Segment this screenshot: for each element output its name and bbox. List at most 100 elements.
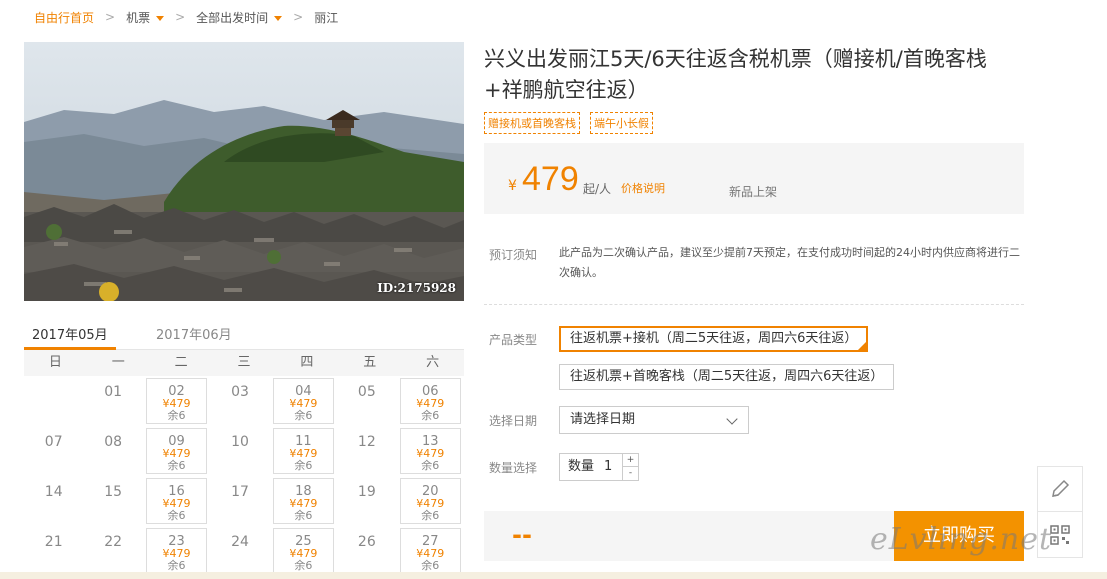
- bottom-strip: [0, 572, 1107, 579]
- calendar-day-stock: 余6: [294, 459, 313, 472]
- price-amount: 479: [522, 160, 579, 198]
- quantity-stepper: 数量 1 + -: [559, 453, 639, 481]
- calendar-day-available[interactable]: 25 ¥479 余6: [272, 528, 335, 574]
- product-title: 兴义出发丽江5天/6天往返含税机票（赠接机/首晚客栈 +祥鹏航空往返）: [484, 44, 1024, 106]
- calendar-day: 05: [337, 376, 396, 426]
- calendar-day-stock: 余6: [421, 409, 440, 422]
- divider: [484, 304, 1024, 305]
- calendar-day-number: 23: [168, 534, 185, 549]
- price-unit: 起/人: [583, 182, 612, 196]
- product-type-option-inn[interactable]: 往返机票+首晚客栈（周二5天往返，周四六6天往返）: [559, 364, 895, 390]
- weekday-label: 一: [111, 355, 125, 370]
- calendar-day-available[interactable]: 02 ¥479 余6: [145, 378, 208, 424]
- calendar-day-stock: 余6: [294, 559, 313, 572]
- notice-text: 此产品为二次确认产品，建议至少提前7天预定，在支付成功时间起的24小时内供应商将…: [559, 246, 1020, 279]
- tab-month-may[interactable]: 2017年05月: [24, 324, 116, 350]
- date-select[interactable]: 请选择日期: [559, 406, 749, 434]
- calendar-day-stock: 余6: [421, 459, 440, 472]
- notice-label: 预订须知: [489, 248, 538, 262]
- product-type-option-pickup[interactable]: 往返机票+接机（周二5天往返，周四六6天往返）: [559, 326, 869, 352]
- breadcrumb-departure-dropdown[interactable]: 全部出发时间: [196, 9, 283, 26]
- total-price: --: [512, 521, 532, 549]
- calendar-day-stock: 余6: [421, 559, 440, 572]
- calendar-day-number: 09: [168, 434, 185, 449]
- date-label: 选择日期: [489, 414, 538, 428]
- calendar-row: 07 08 09 ¥479 余6 10 11 ¥479 余6 12 13 ¥479 余6: [24, 426, 464, 476]
- calendar-row: 14 15 16 ¥479 余6 17 18 ¥479 余6 19 20 ¥479 余6: [24, 476, 464, 526]
- calendar-day: 22: [83, 526, 142, 576]
- calendar-day: 07: [24, 426, 83, 476]
- calendar-grid: 01 02 ¥479 余6 03 04 ¥479 余6 05 06 ¥479 余6 07 08 09 ¥479…: [24, 376, 464, 576]
- breadcrumb-flights-label: 机票: [126, 10, 151, 25]
- price-currency: ¥: [508, 178, 517, 194]
- product-type-label: 产品类型: [489, 333, 538, 347]
- photo-id-label: ID:2175928: [377, 281, 456, 295]
- calendar-day: 15: [83, 476, 142, 526]
- tag-gift: 赠接机或首晚客栈: [484, 112, 580, 134]
- weekday-label: 六: [426, 355, 440, 370]
- calendar-day-available[interactable]: 06 ¥479 余6: [399, 378, 461, 424]
- calendar-day-stock: 余6: [167, 409, 186, 422]
- calendar-weekday-header: 日一二三四五六: [24, 350, 464, 376]
- calendar-day-number: 06: [421, 384, 439, 399]
- breadcrumb: 自由行首页 > 机票 > 全部出发时间 > 丽江: [34, 8, 338, 26]
- watermark: eLvling.net: [870, 522, 1053, 557]
- calendar-day-number: 24: [231, 534, 249, 550]
- caret-down-icon: [274, 15, 283, 21]
- calendar-day-available[interactable]: 27 ¥479 余6: [399, 528, 461, 574]
- calendar-row: 01 02 ¥479 余6 03 04 ¥479 余6 05 06 ¥479 余6: [24, 376, 464, 426]
- qr-code-icon: [1050, 524, 1070, 545]
- price-box: ¥ 479 起/人 价格说明 新品上架: [484, 143, 1024, 214]
- calendar-day-stock: 余6: [294, 509, 313, 522]
- calendar-day-number: 26: [357, 534, 376, 550]
- calendar-day-stock: 余6: [421, 509, 440, 522]
- calendar-day-number: 02: [168, 384, 185, 399]
- pencil-icon: [1052, 479, 1070, 497]
- calendar-day-number: 18: [295, 484, 312, 499]
- breadcrumb-separator-icon: >: [105, 10, 116, 24]
- calendar-day-number: 01: [104, 384, 123, 400]
- calendar-day: 03: [210, 376, 269, 426]
- calendar-day-available[interactable]: 16 ¥479 余6: [145, 478, 208, 524]
- calendar-day: 12: [337, 426, 396, 476]
- calendar-day-available[interactable]: 09 ¥479 余6: [145, 428, 208, 474]
- calendar-day-stock: 余6: [167, 559, 186, 572]
- quantity-prefix: 数量: [568, 459, 595, 474]
- calendar-day-number: 22: [104, 534, 123, 550]
- product-tags: 赠接机或首晚客栈 端午小长假: [484, 112, 653, 134]
- calendar-day-available[interactable]: 04 ¥479 余6: [272, 378, 335, 424]
- calendar-day-number: 07: [44, 434, 63, 450]
- calendar-day-number: 21: [44, 534, 63, 550]
- calendar-day-number: 14: [44, 484, 63, 500]
- price-explain-link[interactable]: 价格说明: [621, 180, 665, 196]
- calendar-day-number: 10: [231, 434, 249, 450]
- calendar-day-available[interactable]: 13 ¥479 余6: [399, 428, 461, 474]
- lijiang-old-town-photo: [24, 42, 464, 301]
- quantity-minus-button[interactable]: -: [622, 467, 638, 480]
- quantity-plus-button[interactable]: +: [622, 454, 638, 467]
- calendar-day-number: 05: [357, 384, 376, 400]
- breadcrumb-flights-dropdown[interactable]: 机票: [126, 9, 165, 26]
- calendar-day-available[interactable]: 20 ¥479 余6: [399, 478, 461, 524]
- calendar-day-available[interactable]: 23 ¥479 余6: [145, 528, 208, 574]
- weekday-label: 三: [237, 355, 251, 370]
- weekday-label: 二: [174, 355, 188, 370]
- breadcrumb-destination: 丽江: [314, 10, 339, 25]
- calendar-day-number: 04: [295, 384, 312, 399]
- product-photo: ID:2175928: [24, 42, 464, 301]
- breadcrumb-home-link[interactable]: 自由行首页: [34, 9, 94, 26]
- caret-down-icon: [156, 15, 165, 21]
- calendar-day-available[interactable]: 18 ¥479 余6: [272, 478, 335, 524]
- feedback-button[interactable]: [1037, 466, 1083, 512]
- tab-month-june[interactable]: 2017年06月: [156, 324, 232, 343]
- date-select-value: 请选择日期: [570, 412, 636, 427]
- calendar-day-number: 16: [168, 484, 185, 499]
- quantity-value[interactable]: 1: [604, 454, 612, 480]
- calendar-day-number: 19: [357, 484, 376, 500]
- calendar-day-number: [24, 376, 83, 384]
- month-tabs: 2017年05月 2017年06月: [24, 318, 464, 350]
- tag-holiday: 端午小长假: [590, 112, 653, 134]
- calendar-day-available[interactable]: 11 ¥479 余6: [272, 428, 335, 474]
- calendar-day-stock: 余6: [167, 459, 186, 472]
- weekday-label: 日: [48, 355, 62, 370]
